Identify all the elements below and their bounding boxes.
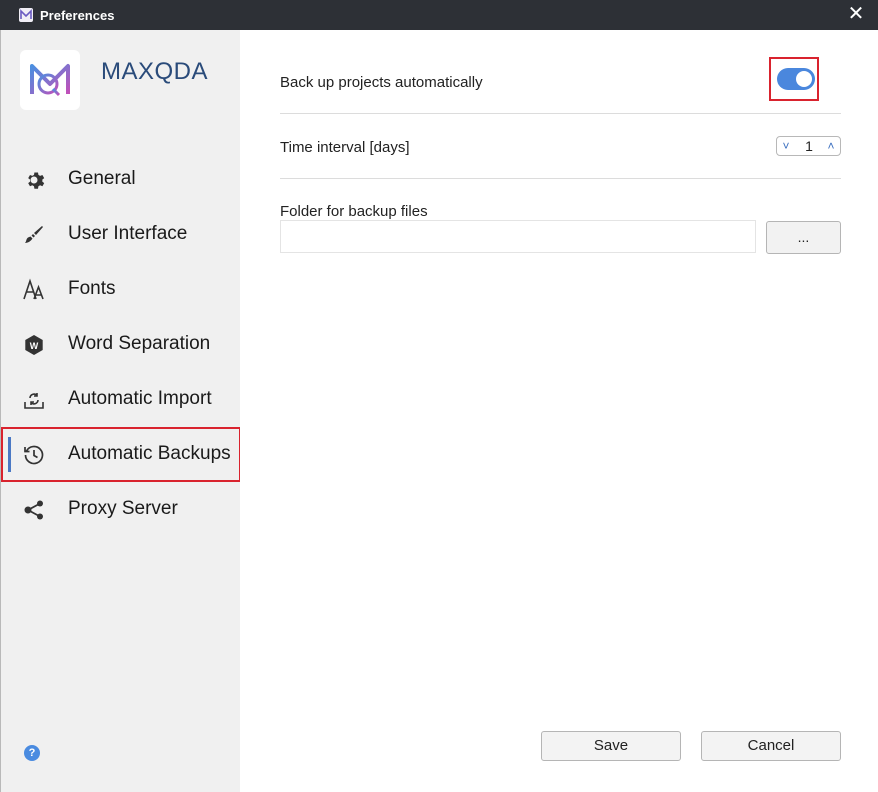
window-title: Preferences [40,8,115,23]
chevron-up-icon[interactable]: ˄ [824,137,838,155]
word-separation-icon: W [22,333,46,357]
backup-folder-input[interactable] [280,220,756,253]
svg-text:W: W [30,341,39,351]
backup-toggle-label: Back up projects automatically [280,74,483,91]
sidebar-item-label: Fonts [68,278,116,299]
sidebar-item-automatic-import[interactable]: Automatic Import [1,372,241,427]
gear-icon [22,168,46,192]
active-indicator [8,437,11,472]
share-icon [22,498,46,522]
divider [280,113,841,114]
app-logo-icon [19,8,33,22]
sidebar-item-automatic-backups[interactable]: Automatic Backups [1,427,241,482]
sidebar: MAXQDA General User Interface Fonts W Wo… [0,30,241,792]
interval-value[interactable]: 1 [797,138,821,154]
sidebar-item-label: Automatic Import [68,388,212,409]
sidebar-item-word-separation[interactable]: W Word Separation [1,317,241,372]
sidebar-item-fonts[interactable]: Fonts [1,262,241,317]
interval-label: Time interval [days] [280,139,410,156]
save-button[interactable]: Save [541,731,681,761]
sidebar-item-user-interface[interactable]: User Interface [1,207,241,262]
history-icon [22,443,46,467]
title-bar: Preferences ✕ [0,0,878,30]
paintbrush-icon [22,223,46,247]
interval-stepper[interactable]: ˅ 1 ˄ [776,136,841,156]
main-panel: Back up projects automatically Time inte… [240,30,878,792]
sidebar-item-label: General [68,168,136,189]
sidebar-item-label: Word Separation [68,333,211,354]
brand-name: MAXQDA [101,58,209,85]
divider [280,178,841,179]
browse-button[interactable]: ... [766,221,841,254]
sidebar-item-label: Proxy Server [68,498,178,519]
toggle-knob [796,71,812,87]
cancel-button[interactable]: Cancel [701,731,841,761]
backup-toggle-switch[interactable] [777,68,815,90]
import-icon [22,388,46,412]
sidebar-item-general[interactable]: General [1,152,241,207]
close-icon[interactable]: ✕ [846,3,866,25]
sidebar-item-label: User Interface [68,223,188,244]
sidebar-item-label: Automatic Backups [68,443,231,464]
font-icon [22,278,46,302]
chevron-down-icon[interactable]: ˅ [779,137,793,155]
help-icon[interactable]: ? [24,745,40,761]
maxqda-logo [20,50,80,110]
folder-label: Folder for backup files [280,203,428,220]
sidebar-item-proxy-server[interactable]: Proxy Server [1,482,241,537]
